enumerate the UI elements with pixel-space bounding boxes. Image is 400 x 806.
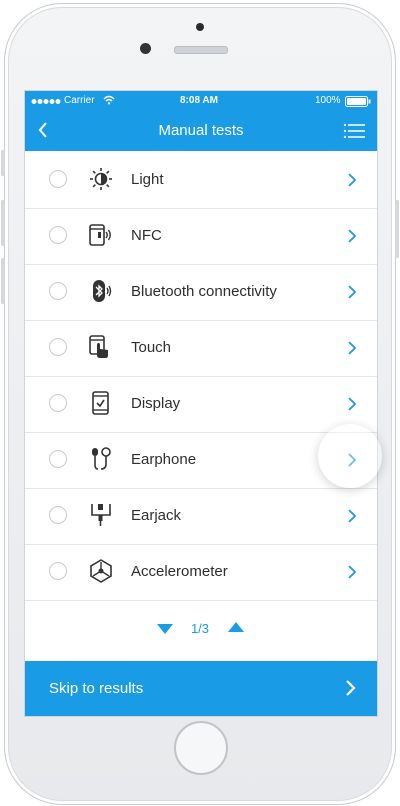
test-label: Bluetooth connectivity	[131, 283, 277, 300]
list-item[interactable]: Bluetooth connectivity	[25, 265, 377, 321]
pagination: 1/3	[25, 619, 377, 639]
battery-icon	[345, 96, 371, 110]
volume-down-button	[1, 258, 5, 304]
nav-bar: Manual tests	[25, 111, 377, 151]
bluetooth-icon	[89, 279, 113, 303]
list-item[interactable]: Display	[25, 377, 377, 433]
accelerometer-icon	[89, 559, 113, 583]
mute-switch	[1, 150, 5, 176]
triangle-up-icon[interactable]	[228, 621, 244, 639]
list-item[interactable]: NFC	[25, 209, 377, 265]
test-list: Light NFC Bluetooth connectivity Touch D…	[25, 153, 377, 601]
radio-button[interactable]	[49, 170, 67, 188]
skip-to-results-button[interactable]: Skip to results	[25, 661, 377, 716]
earpiece-speaker	[174, 46, 228, 54]
carrier-name: Carrier	[64, 95, 95, 106]
brightness-icon	[89, 167, 113, 191]
chevron-right-icon[interactable]	[347, 508, 357, 524]
test-label: NFC	[131, 227, 162, 244]
list-item[interactable]: Earjack	[25, 489, 377, 545]
front-camera	[140, 43, 151, 54]
radio-button[interactable]	[49, 562, 67, 580]
power-button	[395, 200, 399, 258]
test-label: Display	[131, 395, 181, 412]
chevron-right-icon[interactable]	[347, 564, 357, 580]
page-indicator: 1/3	[190, 621, 210, 636]
list-icon[interactable]	[343, 123, 365, 139]
nfc-icon	[89, 223, 113, 247]
tap-highlight	[318, 424, 382, 488]
earjack-icon	[89, 503, 113, 527]
list-item[interactable]: Touch	[25, 321, 377, 377]
list-item[interactable]: Accelerometer	[25, 545, 377, 601]
battery-percent: 100%	[315, 95, 341, 106]
test-label: Earphone	[131, 451, 197, 468]
test-label: Accelerometer	[131, 563, 228, 580]
home-button[interactable]	[174, 721, 228, 775]
test-label: Earjack	[131, 507, 182, 524]
touch-icon	[89, 335, 113, 359]
wifi-icon	[103, 95, 115, 108]
test-label: Touch	[131, 339, 172, 356]
radio-button[interactable]	[49, 282, 67, 300]
chevron-right-icon[interactable]	[347, 396, 357, 412]
chevron-right-icon[interactable]	[347, 228, 357, 244]
volume-up-button	[1, 200, 5, 246]
chevron-right-icon[interactable]	[347, 340, 357, 356]
list-item[interactable]: Light	[25, 153, 377, 209]
signal-icon	[31, 97, 61, 108]
radio-button[interactable]	[49, 226, 67, 244]
earphone-icon	[89, 447, 113, 471]
chevron-right-icon[interactable]	[347, 284, 357, 300]
clock: 8:08 AM	[180, 95, 218, 106]
status-bar: Carrier 8:08 AM 100%	[25, 91, 377, 111]
radio-button[interactable]	[49, 338, 67, 356]
radio-button[interactable]	[49, 450, 67, 468]
radio-button[interactable]	[49, 506, 67, 524]
page-title: Manual tests	[158, 122, 244, 139]
chevron-right-icon	[345, 679, 357, 697]
display-icon	[89, 391, 113, 415]
app-screen: Carrier 8:08 AM 100% Manual tests Light …	[24, 90, 378, 717]
chevron-right-icon[interactable]	[347, 172, 357, 188]
triangle-down-icon[interactable]	[157, 623, 173, 641]
radio-button[interactable]	[49, 394, 67, 412]
sensor-dot	[196, 23, 204, 31]
skip-label: Skip to results	[49, 680, 144, 697]
test-label: Light	[131, 171, 164, 188]
